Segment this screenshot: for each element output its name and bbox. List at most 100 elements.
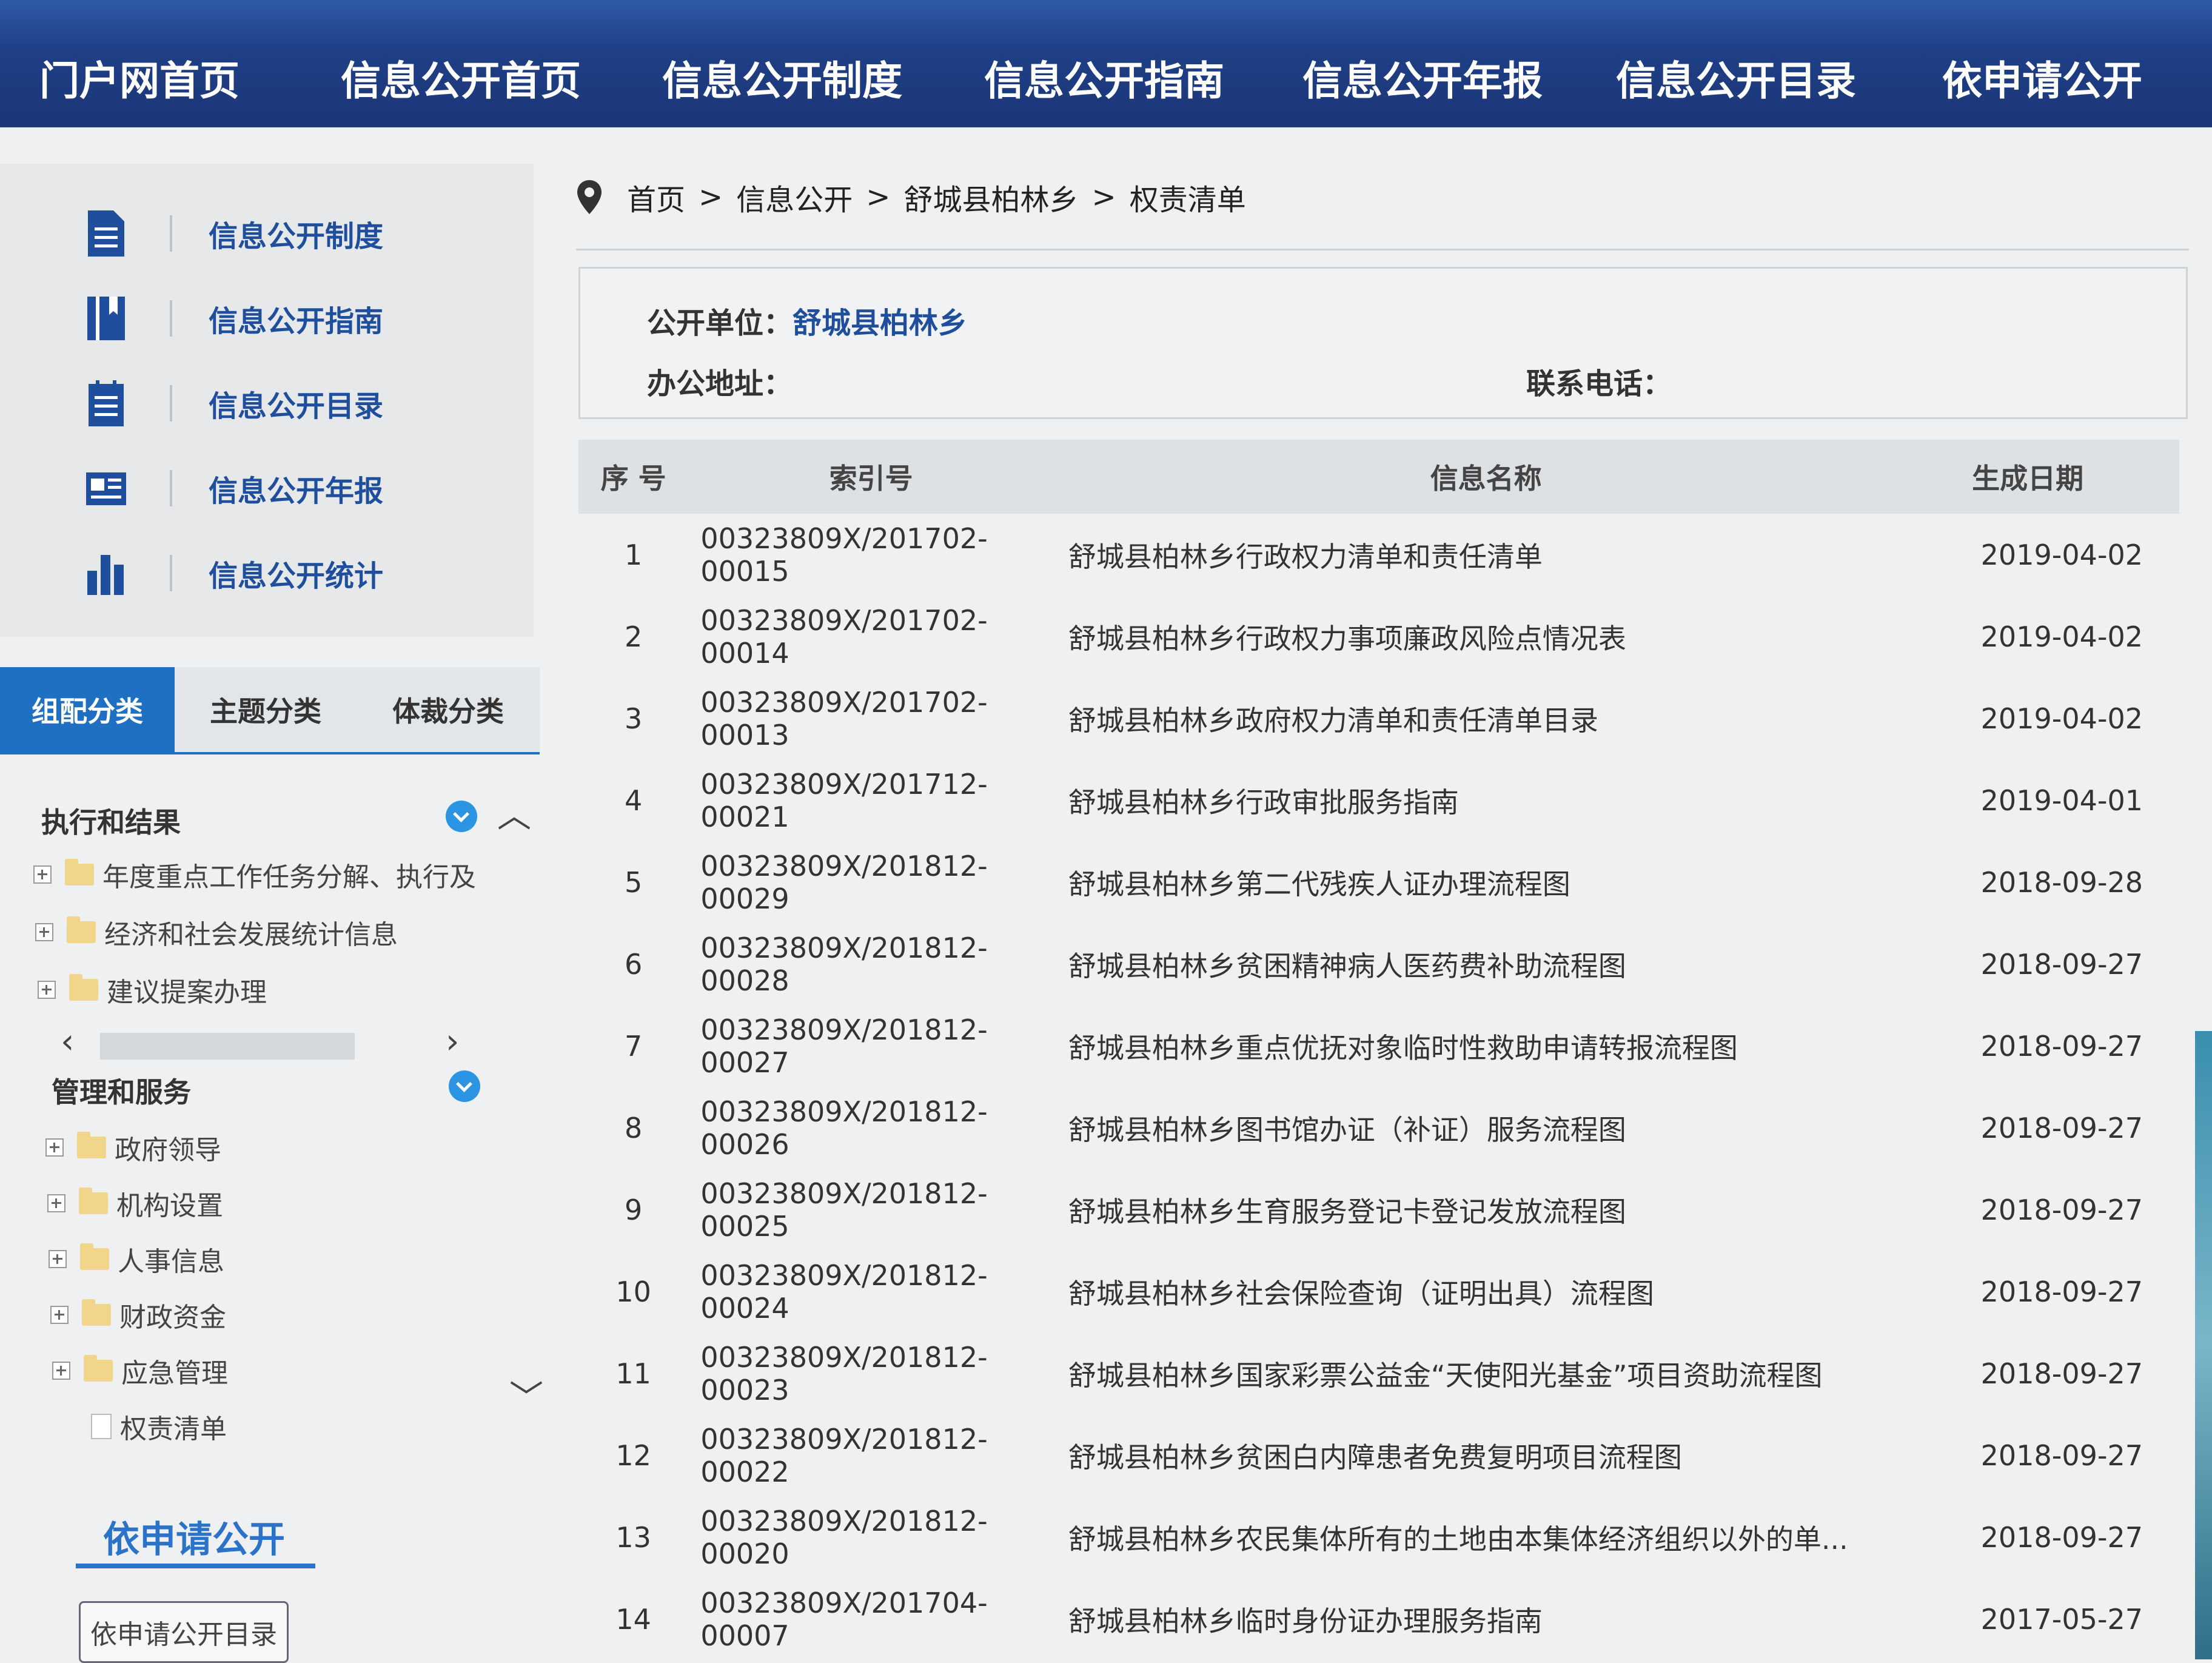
separator xyxy=(170,215,172,252)
nav-info-guide[interactable]: 信息公开指南 xyxy=(984,49,1224,107)
scroll-left-icon[interactable]: ‹ xyxy=(61,1022,74,1061)
row-date: 2018-09-27 xyxy=(1980,1357,2143,1390)
tree-node[interactable]: 年度重点工作任务分解、执行及 xyxy=(33,855,476,894)
table-row[interactable]: 10 00323809X/201812-00024 舒城县柏林乡社会保险查询（证明出… xyxy=(578,1251,2179,1332)
row-date: 2018-09-27 xyxy=(1980,1111,2143,1144)
table-row[interactable]: 2 00323809X/201702-00014 舒城县柏林乡行政权力事项廉政风险点… xyxy=(578,596,2179,677)
table-row[interactable]: 4 00323809X/201712-00021 舒城县柏林乡行政审批服务指南 201… xyxy=(578,759,2179,841)
expand-icon[interactable] xyxy=(35,923,53,941)
row-index-number: 00323809X/201812-00022 xyxy=(700,1422,988,1488)
nav-info-system[interactable]: 信息公开制度 xyxy=(662,49,902,107)
tree-node-selected[interactable]: 权责清单 xyxy=(91,1407,227,1446)
table-row[interactable]: 1 00323809X/201702-00015 舒城县柏林乡行政权力清单和责任清单… xyxy=(578,514,2179,596)
table-row[interactable]: 14 00323809X/201704-00007 舒城县柏林乡临时身份证办理服务指… xyxy=(578,1578,2179,1660)
nav-info-home[interactable]: 信息公开首页 xyxy=(341,49,581,107)
chevron-down-icon[interactable] xyxy=(446,801,477,832)
column-header: 生成日期 xyxy=(1918,440,2179,514)
table-row[interactable]: 13 00323809X/201812-00020 舒城县柏林乡农民集体所有的土地由… xyxy=(578,1496,2179,1578)
row-title-link[interactable]: 舒城县柏林乡行政权力事项廉政风险点情况表 xyxy=(1054,596,1918,677)
nav-info-catalog[interactable]: 信息公开目录 xyxy=(1616,49,1856,107)
expand-icon[interactable] xyxy=(50,1306,69,1324)
quick-link-label: 信息公开统计 xyxy=(209,559,384,593)
tree-node[interactable]: 应急管理 xyxy=(52,1351,228,1390)
row-title-link[interactable]: 舒城县柏林乡生育服务登记卡登记发放流程图 xyxy=(1054,1169,1918,1251)
row-title-link[interactable]: 舒城县柏林乡政府权力清单和责任清单目录 xyxy=(1054,677,1918,759)
expand-icon[interactable] xyxy=(49,1250,67,1268)
separator xyxy=(170,385,172,422)
table-row[interactable]: 6 00323809X/201812-00028 舒城县柏林乡贫困精神病人医药费补助… xyxy=(578,923,2179,1005)
expand-icon[interactable] xyxy=(52,1362,70,1380)
row-title-link[interactable]: 舒城县柏林乡第二代残疾人证办理流程图 xyxy=(1054,841,1918,923)
expand-icon[interactable] xyxy=(33,865,52,884)
tree-node[interactable]: 建议提案办理 xyxy=(38,970,267,1009)
row-date: 2018-09-27 xyxy=(1980,1439,2143,1472)
row-title-link[interactable]: 舒城县柏林乡社会保险查询（证明出具）流程图 xyxy=(1054,1251,1918,1332)
quick-link-info-guide[interactable]: 信息公开指南 xyxy=(85,285,383,352)
table-row[interactable]: 7 00323809X/201812-00027 舒城县柏林乡重点优抚对象临时性救助… xyxy=(578,1005,2179,1087)
row-index-number: 00323809X/201702-00014 xyxy=(700,603,988,670)
row-title-link[interactable]: 舒城县柏林乡国家彩票公益金“天使阳光基金”项目资助流程图 xyxy=(1054,1332,1918,1414)
quick-link-info-system[interactable]: 信息公开制度 xyxy=(85,200,383,267)
row-title-link[interactable]: 舒城县柏林乡重点优抚对象临时性救助申请转报流程图 xyxy=(1054,1005,1918,1087)
tree-node[interactable]: 经济和社会发展统计信息 xyxy=(35,913,398,952)
scroll-up-icon[interactable]: ︿ xyxy=(497,788,531,838)
address-label: 办公地址： xyxy=(647,367,793,401)
row-title-link[interactable]: 舒城县柏林乡贫困精神病人医药费补助流程图 xyxy=(1054,923,1918,1005)
row-number: 13 xyxy=(615,1520,651,1554)
tree-node[interactable]: 财政资金 xyxy=(50,1295,226,1334)
row-title-link[interactable]: 舒城县柏林乡图书馆办证（补证）服务流程图 xyxy=(1054,1087,1918,1169)
folder-icon xyxy=(69,974,98,1001)
tree-node[interactable]: 人事信息 xyxy=(49,1240,224,1278)
breadcrumb-item[interactable]: 首页 xyxy=(627,176,685,218)
breadcrumb-item[interactable]: 信息公开 xyxy=(736,176,853,218)
chevron-down-icon[interactable] xyxy=(449,1070,480,1102)
table-row[interactable]: 3 00323809X/201702-00013 舒城县柏林乡政府权力清单和责任清单… xyxy=(578,677,2179,759)
tab-genre-category[interactable]: 体裁分类 xyxy=(357,667,540,752)
scroll-down-icon[interactable]: ﹀ xyxy=(509,1371,543,1420)
table-row[interactable]: 12 00323809X/201812-00022 舒城县柏林乡贫困白内障患者免费复… xyxy=(578,1414,2179,1496)
row-date: 2018-09-27 xyxy=(1980,947,2143,981)
apply-catalog-button[interactable]: 依申请公开目录 xyxy=(79,1601,289,1663)
tree-node-label: 机构设置 xyxy=(116,1191,223,1221)
row-index-number: 00323809X/201812-00025 xyxy=(700,1177,988,1243)
row-title-link[interactable]: 舒城县柏林乡农民集体所有的土地由本集体经济组织以外的单... xyxy=(1054,1496,1918,1578)
nav-info-annual-report[interactable]: 信息公开年报 xyxy=(1302,49,1543,107)
row-title-link[interactable]: 舒城县柏林乡行政审批服务指南 xyxy=(1054,759,1918,841)
row-title-link[interactable]: 舒城县柏林乡行政权力清单和责任清单 xyxy=(1054,514,1918,596)
nav-apply-disclosure[interactable]: 依申请公开 xyxy=(1942,49,2142,107)
quick-link-info-catalog[interactable]: 信息公开目录 xyxy=(85,370,383,437)
row-title-link[interactable]: 舒城县柏林乡贫困白内障患者免费复明项目流程图 xyxy=(1054,1414,1918,1496)
breadcrumb-item[interactable]: 舒城县柏林乡 xyxy=(903,176,1078,218)
tree-node-label: 政府领导 xyxy=(115,1135,221,1166)
quick-link-info-annual-report[interactable]: 信息公开年报 xyxy=(85,455,383,522)
expand-icon[interactable] xyxy=(45,1138,64,1157)
row-number: 3 xyxy=(625,702,643,735)
table-row[interactable]: 11 00323809X/201812-00023 舒城县柏林乡国家彩票公益金“天使… xyxy=(578,1332,2179,1414)
divider xyxy=(76,1564,315,1568)
tab-group-category[interactable]: 组配分类 xyxy=(0,667,175,752)
row-date: 2018-09-28 xyxy=(1980,865,2143,899)
breadcrumb: 首页 > 信息公开 > 舒城县柏林乡 > 权责清单 xyxy=(576,176,1246,218)
tree-node[interactable]: 政府领导 xyxy=(45,1128,221,1167)
row-index-number: 00323809X/201812-00024 xyxy=(700,1258,988,1325)
horizontal-scrollbar[interactable] xyxy=(100,1033,355,1060)
expand-icon[interactable] xyxy=(38,981,56,999)
unit-info-box: 公开单位：舒城县柏林乡 办公地址： 联系电话： xyxy=(578,267,2188,419)
quick-link-info-statistics[interactable]: 信息公开统计 xyxy=(85,540,383,606)
row-title-link[interactable]: 舒城县柏林乡临时身份证办理服务指南 xyxy=(1054,1578,1918,1660)
expand-icon[interactable] xyxy=(47,1194,65,1212)
column-header: 索引号 xyxy=(688,440,1054,514)
table-row[interactable]: 9 00323809X/201812-00025 舒城县柏林乡生育服务登记卡登记发放… xyxy=(578,1169,2179,1251)
nav-portal-home[interactable]: 门户网首页 xyxy=(39,49,240,107)
scroll-right-icon[interactable]: › xyxy=(446,1022,459,1061)
tree-node[interactable]: 机构设置 xyxy=(47,1184,223,1223)
quick-links-panel: 信息公开制度 信息公开指南 信息公开目录 信息公开年报 信息公开统计 xyxy=(0,164,534,637)
tree-group-title: 管理和服务 xyxy=(52,1076,191,1109)
breadcrumb-separator: > xyxy=(866,180,891,214)
location-pin-icon xyxy=(576,179,603,215)
folder-icon xyxy=(79,1188,108,1214)
table-row[interactable]: 8 00323809X/201812-00026 舒城县柏林乡图书馆办证（补证）服务… xyxy=(578,1087,2179,1169)
tab-topic-category[interactable]: 主题分类 xyxy=(175,667,357,752)
quick-link-label: 信息公开年报 xyxy=(209,474,384,508)
table-row[interactable]: 5 00323809X/201812-00029 舒城县柏林乡第二代残疾人证办理流程… xyxy=(578,841,2179,923)
